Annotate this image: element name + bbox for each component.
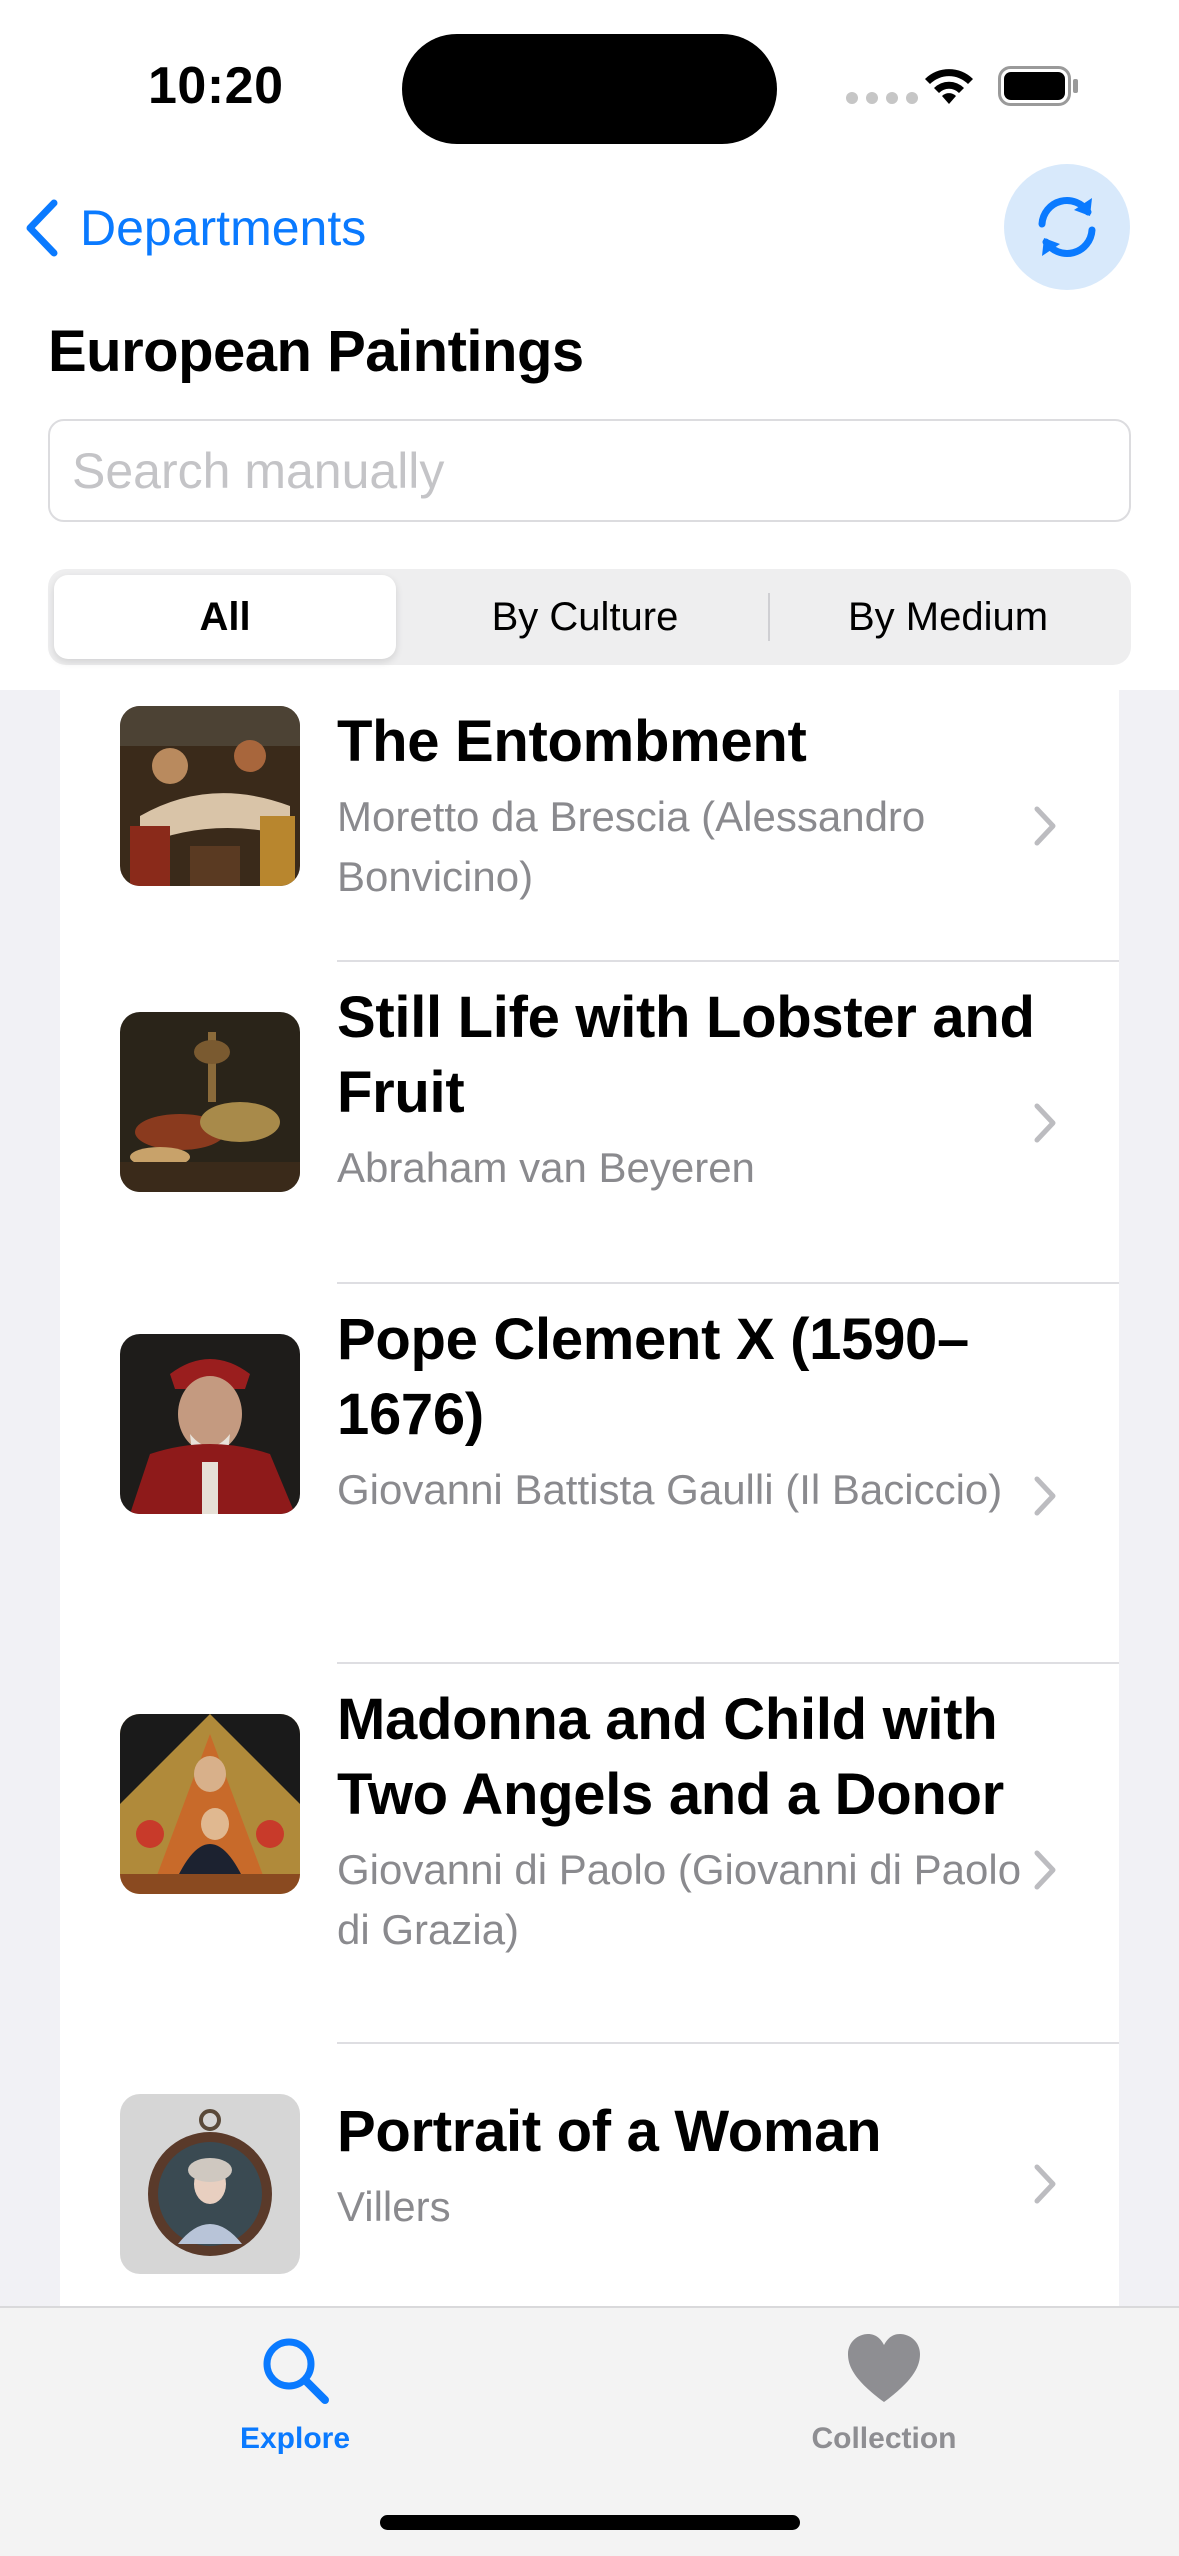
home-indicator: [380, 2515, 800, 2530]
chevron-right-icon: [1034, 1476, 1056, 1516]
wifi-icon: [925, 69, 973, 104]
back-button[interactable]: Departments: [22, 190, 366, 266]
artwork-thumbnail: [120, 2094, 300, 2274]
artwork-artist: Abraham van Beyeren: [337, 1144, 755, 1191]
filter-segmented-control: All By Culture By Medium: [48, 569, 1131, 665]
magnifying-glass-icon: [263, 2338, 329, 2404]
artwork-title: Still Life with Lobster and Fruit: [337, 985, 1035, 1125]
back-button-label: Departments: [80, 200, 367, 256]
list-item-text: The Entombment Moretto da Brescia (Aless…: [337, 704, 1057, 907]
segment-all[interactable]: All: [54, 575, 396, 659]
chevron-right-icon: [1034, 1103, 1056, 1143]
artwork-artist: Villers: [337, 2183, 451, 2230]
artwork-title: Pope Clement X (1590–1676): [337, 1307, 969, 1447]
arrow-clockwise-icon: [1038, 197, 1096, 257]
artwork-thumbnail: [120, 1012, 300, 1192]
status-bar: 10:20: [0, 0, 1179, 160]
search-input[interactable]: [48, 419, 1131, 522]
artwork-artist: Giovanni di Paolo (Giovanni di Paolo di …: [337, 1846, 1022, 1953]
chevron-right-icon: [1034, 2164, 1056, 2204]
tab-collection[interactable]: Collection: [764, 2330, 1004, 2456]
segment-by-medium[interactable]: By Medium: [771, 575, 1125, 659]
artwork-list-container: The Entombment Moretto da Brescia (Aless…: [0, 690, 1179, 2306]
artwork-title: Portrait of a Woman: [337, 2099, 882, 2164]
segment-by-culture[interactable]: By Culture: [408, 575, 762, 659]
list-item-text: Pope Clement X (1590–1676) Giovanni Batt…: [337, 1302, 1057, 1520]
status-time: 10:20: [148, 57, 284, 115]
battery-icon: [998, 66, 1078, 106]
tab-explore[interactable]: Explore: [175, 2330, 415, 2456]
artwork-thumbnail: [120, 1334, 300, 1514]
list-item-text: Still Life with Lobster and Fruit Abraha…: [337, 980, 1057, 1198]
chevron-left-icon: [26, 199, 58, 257]
list-item[interactable]: Pope Clement X (1590–1676) Giovanni Batt…: [60, 1284, 1119, 1664]
chevron-right-icon: [1034, 806, 1056, 846]
artwork-title: Madonna and Child with Two Angels and a …: [337, 1687, 1004, 1827]
tab-explore-label: Explore: [239, 2422, 351, 2455]
list-item[interactable]: The Entombment Moretto da Brescia (Aless…: [60, 690, 1119, 962]
list-item-text: Madonna and Child with Two Angels and a …: [337, 1682, 1057, 1960]
refresh-button[interactable]: [1004, 164, 1130, 290]
artwork-thumbnail: [120, 706, 300, 886]
dynamic-island: [402, 34, 777, 144]
artwork-thumbnail: [120, 1714, 300, 1894]
tab-collection-label: Collection: [811, 2422, 957, 2455]
list-item-text: Portrait of a Woman Villers: [337, 2094, 1057, 2237]
artwork-title: The Entombment: [337, 709, 807, 774]
artwork-artist: Giovanni Battista Gaulli (Il Baciccio): [337, 1466, 1003, 1513]
list-item[interactable]: Portrait of a Woman Villers: [60, 2044, 1119, 2306]
chevron-right-icon: [1034, 1850, 1056, 1890]
list-item[interactable]: Madonna and Child with Two Angels and a …: [60, 1664, 1119, 2044]
page-title: European Paintings: [48, 319, 584, 384]
segment-divider: [768, 593, 770, 641]
artwork-artist: Moretto da Brescia (Alessandro Bonvicino…: [337, 793, 926, 900]
cellular-signal-icon: [846, 92, 918, 104]
list-item[interactable]: Still Life with Lobster and Fruit Abraha…: [60, 962, 1119, 1284]
heart-icon: [848, 2334, 920, 2402]
artwork-list: The Entombment Moretto da Brescia (Aless…: [60, 690, 1119, 2306]
